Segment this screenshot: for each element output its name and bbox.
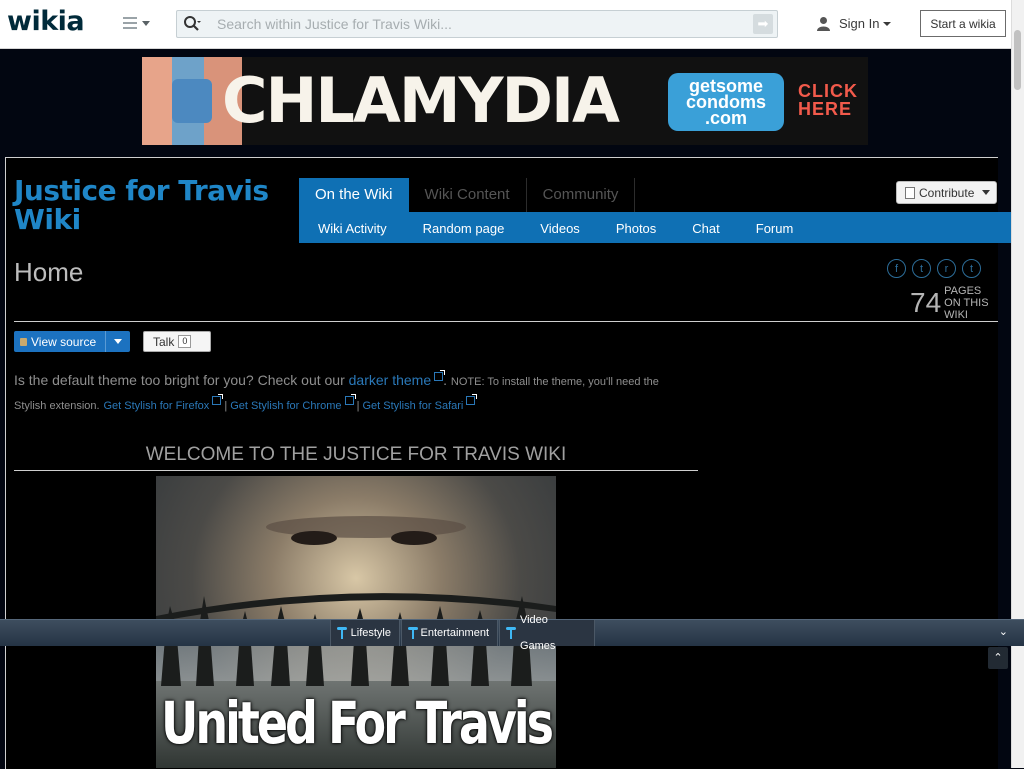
stylish-safari-link[interactable]: Get Stylish for Safari	[363, 400, 464, 412]
global-navigation: wikia ➡ Sign In Start a wikia	[0, 0, 1012, 49]
subnav-item-chat[interactable]: Chat	[674, 212, 737, 243]
share-buttons: f t r t	[887, 259, 981, 278]
sign-in-menu[interactable]: Sign In	[816, 16, 892, 31]
external-link-icon	[434, 370, 446, 381]
contribute-label: Contribute	[919, 185, 975, 200]
pin-icon	[337, 627, 347, 639]
chevron-double-down-icon[interactable]: ⌄	[999, 625, 1008, 639]
subnav-item-videos[interactable]: Videos	[522, 212, 598, 243]
ad-cta-line: CLICK	[798, 81, 858, 101]
pin-icon	[408, 627, 418, 639]
page-count: 74 PAGES ON THIS WIKI	[910, 285, 1000, 321]
chevron-down-icon	[883, 21, 892, 26]
ad-cta-line: HERE	[798, 99, 853, 119]
wiki-nav-tabs: On the Wiki Wiki Content Community	[299, 178, 636, 212]
lock-icon	[20, 337, 27, 346]
user-icon	[817, 17, 830, 31]
search-input[interactable]	[217, 14, 737, 34]
page-count-number: 74	[910, 287, 942, 318]
fanbar-item-entertainment[interactable]: Entertainment	[401, 620, 498, 646]
ad-banner[interactable]: CHLAMYDIA getsome condoms .com CLICK HER…	[142, 57, 868, 145]
view-source-label: View source	[31, 334, 97, 349]
document-icon	[905, 186, 915, 199]
page-title: Home	[14, 257, 84, 287]
subnav-item-random-page[interactable]: Random page	[405, 212, 523, 243]
scrollbar-thumb[interactable]	[1014, 30, 1021, 90]
subnav-item-wiki-activity[interactable]: Wiki Activity	[299, 212, 405, 243]
stylish-firefox-link[interactable]: Get Stylish for Firefox	[104, 400, 210, 412]
fanbar-item-label: Lifestyle	[350, 627, 391, 639]
wiki-subnav: Wiki Activity Random page Videos Photos …	[299, 212, 1011, 243]
pin-icon	[506, 627, 516, 639]
image-caption: United For Travis	[160, 689, 554, 757]
intro-text: Is the default theme too bright for you?…	[14, 372, 345, 388]
welcome-heading: WELCOME TO THE JUSTICE FOR TRAVIS WIKI	[145, 444, 567, 465]
start-a-wikia-button[interactable]: Start a wikia	[920, 10, 1006, 37]
link-separator: |	[224, 400, 228, 412]
search-icon[interactable]	[183, 15, 201, 33]
twitter-icon[interactable]: t	[912, 259, 931, 278]
page-scrollbar[interactable]	[1011, 0, 1024, 768]
contribute-button[interactable]: Contribute	[896, 181, 997, 204]
view-source-button[interactable]: View source	[14, 331, 130, 352]
facebook-icon[interactable]: f	[887, 259, 906, 278]
fanbar-item-lifestyle[interactable]: Lifestyle	[330, 620, 400, 646]
page-count-label: PAGES ON THIS WIKI	[944, 285, 989, 321]
ad-headline: CHLAMYDIA	[222, 64, 620, 137]
link-separator: |	[356, 400, 360, 412]
darker-theme-link[interactable]: darker theme	[349, 372, 431, 388]
stylish-chrome-link[interactable]: Get Stylish for Chrome	[230, 400, 341, 412]
talk-count-badge: 0	[178, 335, 192, 348]
wiki-title[interactable]: Justice for Travis Wiki	[14, 176, 284, 234]
fanbar-item-label: Video Games	[519, 614, 556, 652]
hamburger-icon	[123, 17, 137, 29]
menu-button[interactable]	[123, 16, 153, 34]
fan-toolbar: Lifestyle Entertainment Video Games ⌄	[0, 614, 1024, 652]
tab-on-the-wiki[interactable]: On the Wiki	[299, 178, 409, 212]
header-divider	[14, 321, 998, 322]
reddit-icon[interactable]: r	[937, 259, 956, 278]
search-box: ➡	[176, 10, 778, 38]
tab-wiki-content[interactable]: Wiki Content	[409, 178, 527, 212]
chevron-down-icon	[142, 21, 150, 26]
external-link-icon	[212, 394, 224, 405]
subnav-item-forum[interactable]: Forum	[738, 212, 812, 243]
welcome-divider	[14, 470, 698, 471]
ad-cta[interactable]: CLICK HERE	[798, 82, 858, 118]
chevron-down-icon	[114, 339, 122, 344]
view-source-dropdown[interactable]	[106, 339, 130, 344]
fanbar-item-label: Entertainment	[420, 627, 489, 639]
talk-button[interactable]: Talk 0	[143, 331, 211, 352]
theme-note: Is the default theme too bright for you?…	[14, 370, 659, 412]
chevron-down-icon	[982, 190, 991, 195]
external-link-icon	[466, 394, 478, 405]
tab-community[interactable]: Community	[527, 178, 636, 212]
external-link-icon	[344, 394, 356, 405]
fanbar-item-video-games[interactable]: Video Games	[499, 614, 595, 652]
ad-brand-line: .com	[704, 108, 747, 128]
talk-label: Talk	[153, 334, 175, 349]
subnav-item-photos[interactable]: Photos	[598, 212, 674, 243]
tumblr-icon[interactable]: t	[962, 259, 981, 278]
search-submit-button[interactable]: ➡	[753, 14, 773, 34]
sign-in-label: Sign In	[839, 16, 880, 31]
chevron-double-up-icon[interactable]: ⌃	[988, 647, 1008, 669]
wikia-logo[interactable]: wikia	[7, 6, 85, 37]
ad-brand-logo: getsome condoms .com	[668, 73, 784, 131]
